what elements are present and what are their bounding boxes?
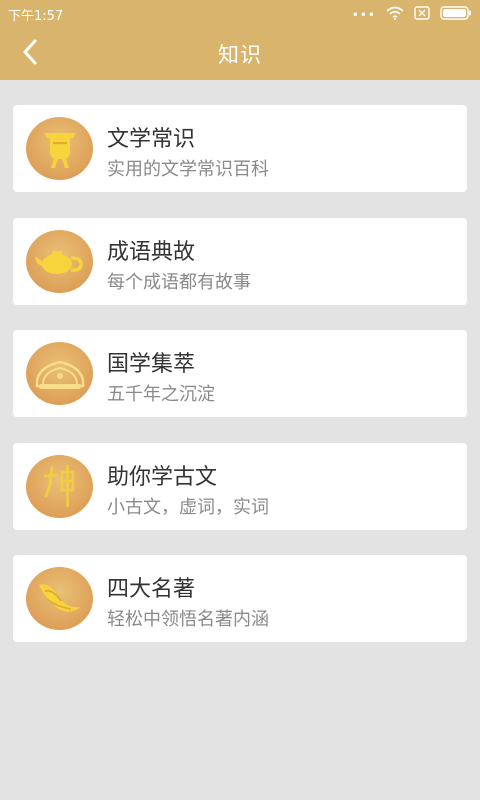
battery-icon (440, 5, 472, 24)
item-subtitle: 实用的文学常识百科 (107, 159, 269, 180)
sim-card-icon (414, 5, 430, 24)
bronze-vessel-icon (26, 117, 93, 180)
more-dots-icon: ••• (351, 7, 376, 22)
item-subtitle: 小古文，虚词，实词 (107, 496, 269, 518)
status-time: 下午1:57 (8, 9, 64, 24)
list-item-four-classics[interactable]: 四大名著 轻松中领悟名著内涵 (13, 555, 467, 642)
item-title: 文学常识 (107, 127, 196, 152)
item-subtitle: 五千年之沉淀 (107, 384, 215, 405)
item-title: 国学集萃 (107, 352, 196, 377)
knowledge-list: 文学常识 实用的文学常识百科 成语典故 每个成语都有故事 国学集萃 五千年之沉淀 (13, 105, 467, 668)
list-item-literature[interactable]: 文学常识 实用的文学常识百科 (13, 105, 467, 192)
teapot-icon (26, 229, 93, 293)
item-subtitle: 轻松中领悟名著内涵 (107, 609, 269, 630)
item-subtitle: 每个成语都有故事 (107, 271, 251, 293)
list-item-classical-chinese[interactable]: 助你学古文 小古文，虚词，实词 (13, 442, 467, 530)
wifi-icon (386, 5, 404, 24)
item-title: 成语典故 (107, 239, 196, 265)
item-title: 助你学古文 (107, 464, 218, 490)
page-title: 知识 (218, 43, 262, 67)
list-item-sinology[interactable]: 国学集萃 五千年之沉淀 (13, 330, 467, 417)
item-title: 四大名著 (107, 577, 196, 602)
scroll-ornament-icon (26, 342, 93, 405)
calligraphy-icon (26, 454, 93, 518)
app-header: 知识 (0, 26, 480, 80)
books-icon (26, 567, 93, 630)
status-icons: ••• (352, 5, 472, 24)
status-bar: 下午1:57 ••• (0, 0, 480, 26)
list-item-idioms[interactable]: 成语典故 每个成语都有故事 (13, 217, 467, 305)
